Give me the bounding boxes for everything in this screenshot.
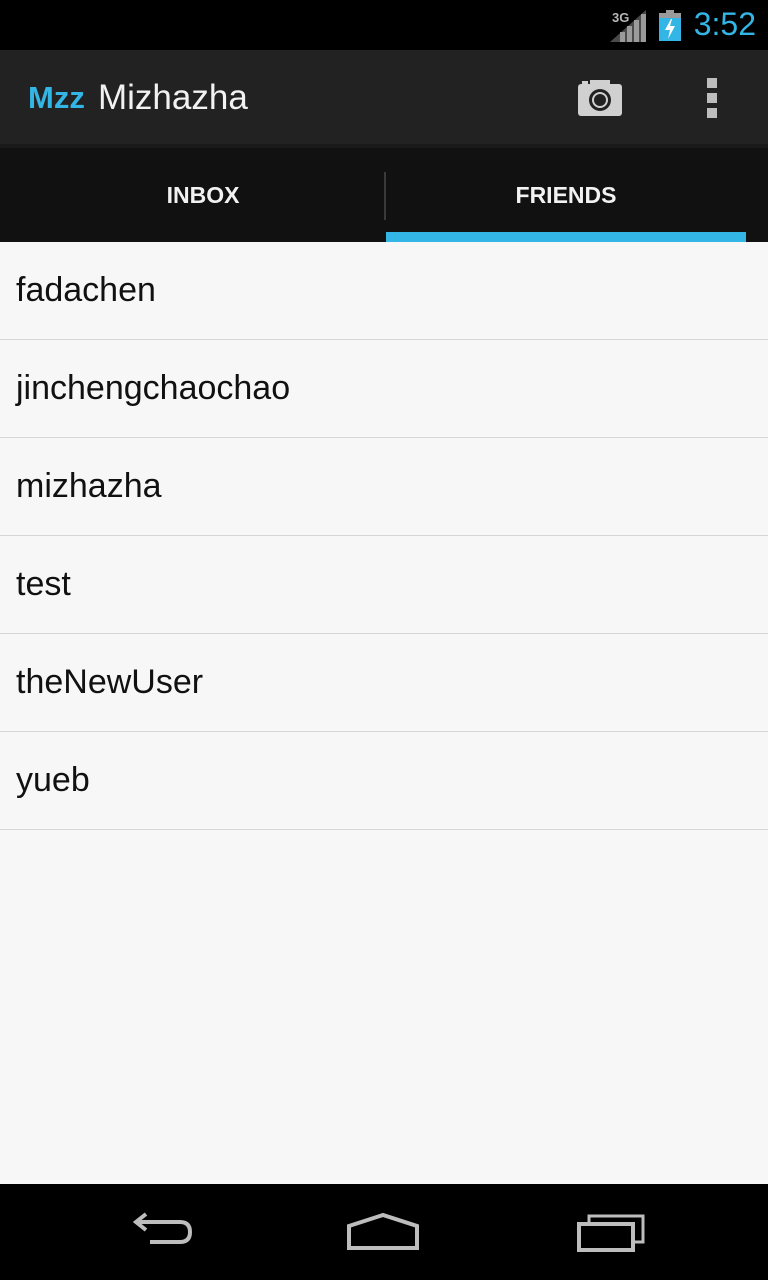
friends-list: fadachen jinchengchaochao mizhazha test …	[0, 242, 768, 830]
status-bar: 3G 3:52	[0, 0, 768, 50]
friend-name: fadachen	[16, 271, 156, 309]
list-item[interactable]: test	[0, 536, 768, 634]
friend-name: yueb	[16, 761, 90, 799]
recent-apps-icon	[577, 1214, 645, 1252]
tab-inbox[interactable]: INBOX	[22, 148, 384, 242]
selected-tab-indicator	[386, 232, 746, 242]
home-button[interactable]	[338, 1206, 428, 1258]
friend-name: theNewUser	[16, 663, 204, 701]
clock: 3:52	[693, 6, 756, 42]
back-icon	[132, 1212, 193, 1244]
recent-apps-button[interactable]	[566, 1206, 656, 1258]
list-item[interactable]: theNewUser	[0, 634, 768, 732]
friend-name: test	[16, 565, 71, 603]
overflow-menu-button[interactable]	[690, 70, 734, 126]
action-bar: Mzz Mizhazha	[0, 50, 768, 144]
list-item[interactable]: fadachen	[0, 242, 768, 340]
overflow-menu-icon	[707, 78, 717, 118]
list-item[interactable]: mizhazha	[0, 438, 768, 536]
app-logo[interactable]: Mzz	[28, 80, 85, 116]
camera-button[interactable]	[570, 70, 630, 126]
friend-name: mizhazha	[16, 467, 162, 505]
signal-icon	[610, 10, 646, 42]
camera-icon	[578, 80, 622, 116]
home-icon	[347, 1212, 419, 1250]
list-item[interactable]: jinchengchaochao	[0, 340, 768, 438]
app-title: Mizhazha	[98, 78, 248, 117]
friend-name: jinchengchaochao	[16, 369, 291, 407]
list-item[interactable]: yueb	[0, 732, 768, 830]
tab-bar: INBOX FRIENDS	[0, 144, 768, 242]
battery-charging-icon	[659, 10, 681, 41]
back-button[interactable]	[114, 1206, 204, 1258]
tab-friends[interactable]: FRIENDS	[386, 148, 746, 242]
navigation-bar	[0, 1184, 768, 1280]
